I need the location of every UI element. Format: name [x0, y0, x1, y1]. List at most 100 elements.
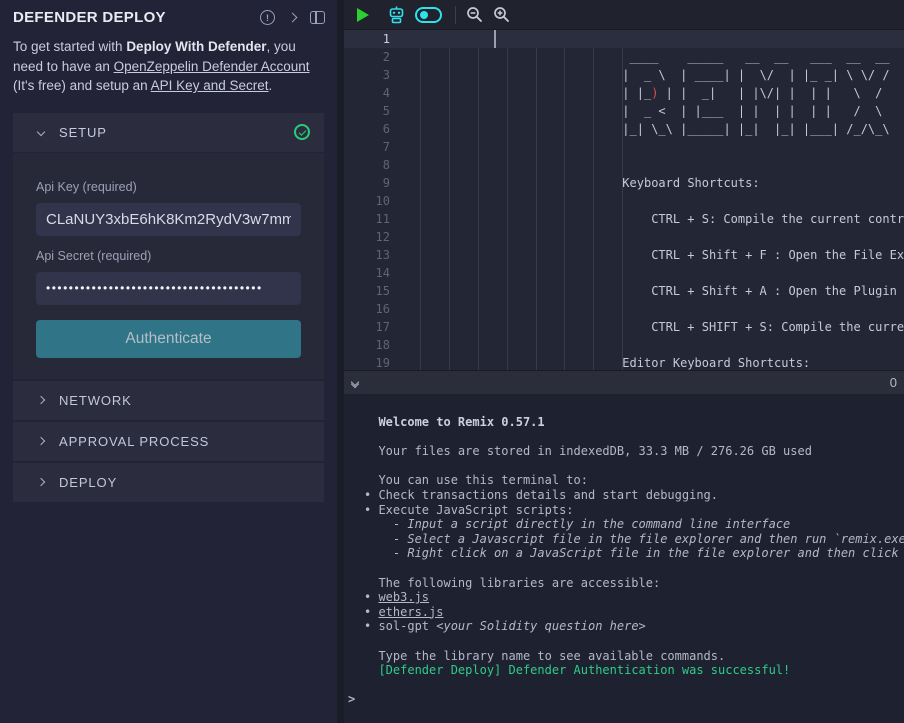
editor-line[interactable]: CTRL + Shift + F : Open the File Explore…: [420, 246, 904, 264]
editor-line[interactable]: Keyboard Shortcuts:: [420, 174, 904, 192]
terminal-prompt[interactable]: >: [348, 692, 904, 707]
line-number[interactable]: 19: [344, 354, 420, 370]
editor-line[interactable]: Editor Keyboard Shortcuts:: [420, 354, 904, 370]
chevron-right-icon[interactable]: [288, 13, 298, 23]
run-script-button[interactable]: [357, 8, 369, 22]
ai-assistant-icon[interactable]: [387, 5, 406, 24]
panel-divider[interactable]: [337, 0, 344, 723]
approval-process-section-header[interactable]: APPROVAL PROCESS: [13, 422, 324, 461]
line-number[interactable]: 1: [344, 30, 420, 48]
text-segment: CTRL + Shift + A : Open the Plugin Manag…: [651, 284, 904, 298]
editor-line[interactable]: CTRL + SHIFT + S: Compile the current co…: [420, 318, 904, 336]
text-segment: Select a Javascript file in the file exp…: [407, 532, 904, 546]
line-number[interactable]: 10: [344, 192, 420, 210]
line-number[interactable]: 12: [344, 228, 420, 246]
api-key-label: Api Key (required): [36, 180, 301, 194]
zoom-out-icon[interactable]: [466, 6, 483, 23]
editor-line[interactable]: CTRL + Shift + A : Open the Plugin Manag…: [420, 282, 904, 300]
text-segment: .: [269, 78, 273, 93]
text-segment: Your files are stored in indexedDB, 33.3…: [364, 444, 812, 458]
deploy-section-header[interactable]: DEPLOY: [13, 463, 324, 502]
text-segment: Type the library name to see available c…: [364, 649, 725, 663]
editor-line[interactable]: CTRL + S: Compile the current contract: [420, 210, 904, 228]
terminal-line: [Defender Deploy] Defender Authenticatio…: [364, 663, 904, 678]
line-number[interactable]: 7: [344, 138, 420, 156]
editor-content[interactable]: ____ _____ __ __ ___ __ __ | _ \ | ____|…: [420, 30, 904, 370]
editor-line[interactable]: [420, 300, 904, 318]
terminal-line: • ethers.js: [364, 605, 904, 620]
zoom-in-icon[interactable]: [493, 6, 510, 23]
text-segment: To get started with: [13, 39, 126, 54]
terminal-link[interactable]: OpenZeppelin Defender Account: [114, 59, 310, 74]
line-number[interactable]: 16: [344, 300, 420, 318]
terminal-header-bar[interactable]: 0: [344, 370, 904, 394]
editor-line[interactable]: [420, 228, 904, 246]
text-segment: | _ \ | ____| | \/ | |_ _| \ \/ /: [622, 68, 889, 82]
line-number[interactable]: 3: [344, 66, 420, 84]
api-secret-input[interactable]: ••••••••••••••••••••••••••••••••••••••: [36, 272, 301, 305]
text-segment: Welcome to Remix 0.57.1: [378, 415, 544, 429]
plugin-header: DEFENDER DEPLOY !: [0, 0, 337, 26]
setup-complete-check-icon: [294, 124, 310, 140]
line-number[interactable]: 11: [344, 210, 420, 228]
line-number[interactable]: 15: [344, 282, 420, 300]
editor-line[interactable]: | |_) | | _| | |\/| | | | \ /: [420, 84, 904, 102]
text-segment: [364, 663, 378, 677]
line-number[interactable]: 9: [344, 174, 420, 192]
terminal-link[interactable]: web3.js: [378, 590, 429, 604]
terminal-line: You can use this terminal to:: [364, 473, 904, 488]
transaction-count-badge: 0: [890, 375, 898, 390]
line-number[interactable]: 13: [344, 246, 420, 264]
api-key-input[interactable]: [36, 203, 301, 236]
line-number[interactable]: 8: [344, 156, 420, 174]
editor-line[interactable]: [420, 192, 904, 210]
authenticate-button[interactable]: Authenticate: [36, 320, 301, 358]
line-number[interactable]: 2: [344, 48, 420, 66]
toolbar-separator: [455, 6, 456, 24]
info-icon[interactable]: !: [260, 10, 275, 25]
terminal-output: Welcome to Remix 0.57.1 Your files are s…: [364, 415, 904, 678]
setup-section-header[interactable]: SETUP: [13, 113, 324, 152]
line-number[interactable]: 6: [344, 120, 420, 138]
line-number[interactable]: 5: [344, 102, 420, 120]
network-section-label: NETWORK: [59, 393, 132, 408]
terminal-link[interactable]: API Key and Secret: [151, 78, 269, 93]
plugin-description: To get started with Deploy With Defender…: [13, 37, 325, 96]
editor-line[interactable]: [420, 30, 904, 48]
editor-line[interactable]: [420, 336, 904, 354]
split-panel-icon[interactable]: [310, 11, 325, 24]
ai-copilot-toggle[interactable]: [415, 7, 442, 23]
editor-line[interactable]: [420, 138, 904, 156]
editor-line[interactable]: ____ _____ __ __ ___ __ __: [420, 48, 904, 66]
chevron-right-icon: [37, 437, 45, 445]
line-number[interactable]: 17: [344, 318, 420, 336]
terminal[interactable]: Welcome to Remix 0.57.1 Your files are s…: [344, 394, 904, 723]
editor-toolbar: [344, 0, 904, 30]
line-number[interactable]: 14: [344, 264, 420, 282]
setup-section: SETUP Api Key (required) Api Secret (req…: [13, 113, 324, 379]
editor-line[interactable]: | _ \ | ____| | \/ | |_ _| \ \/ /: [420, 66, 904, 84]
terminal-link[interactable]: ethers.js: [378, 605, 443, 619]
expand-terminal-icon[interactable]: [352, 379, 358, 387]
terminal-line: [364, 634, 904, 649]
editor-line[interactable]: [420, 264, 904, 282]
code-editor[interactable]: 12345678910111213141516171819 ____ _____…: [344, 30, 904, 370]
editor-line[interactable]: |_| \_\ |_____| |_| |_| |___| /_/\_\: [420, 120, 904, 138]
text-segment: • Execute JavaScript scripts:: [364, 503, 574, 517]
plugin-header-icons: !: [260, 10, 325, 25]
text-segment: Editor Keyboard Shortcuts:: [622, 356, 810, 370]
editor-line[interactable]: [420, 156, 904, 174]
terminal-line: • web3.js: [364, 590, 904, 605]
chevron-right-icon: [37, 396, 45, 404]
line-number[interactable]: 4: [344, 84, 420, 102]
network-section-header[interactable]: NETWORK: [13, 381, 324, 420]
editor-line[interactable]: | _ < | |___ | | | | | | / \: [420, 102, 904, 120]
text-cursor: [494, 30, 496, 48]
text-segment: Deploy With Defender: [126, 39, 266, 54]
line-number[interactable]: 18: [344, 336, 420, 354]
plugin-title: DEFENDER DEPLOY: [13, 9, 260, 26]
text-segment: | |_: [622, 86, 651, 100]
terminal-line: Type the library name to see available c…: [364, 649, 904, 664]
chevron-right-icon: [37, 478, 45, 486]
terminal-line: - Right click on a JavaScript file in th…: [364, 546, 904, 561]
